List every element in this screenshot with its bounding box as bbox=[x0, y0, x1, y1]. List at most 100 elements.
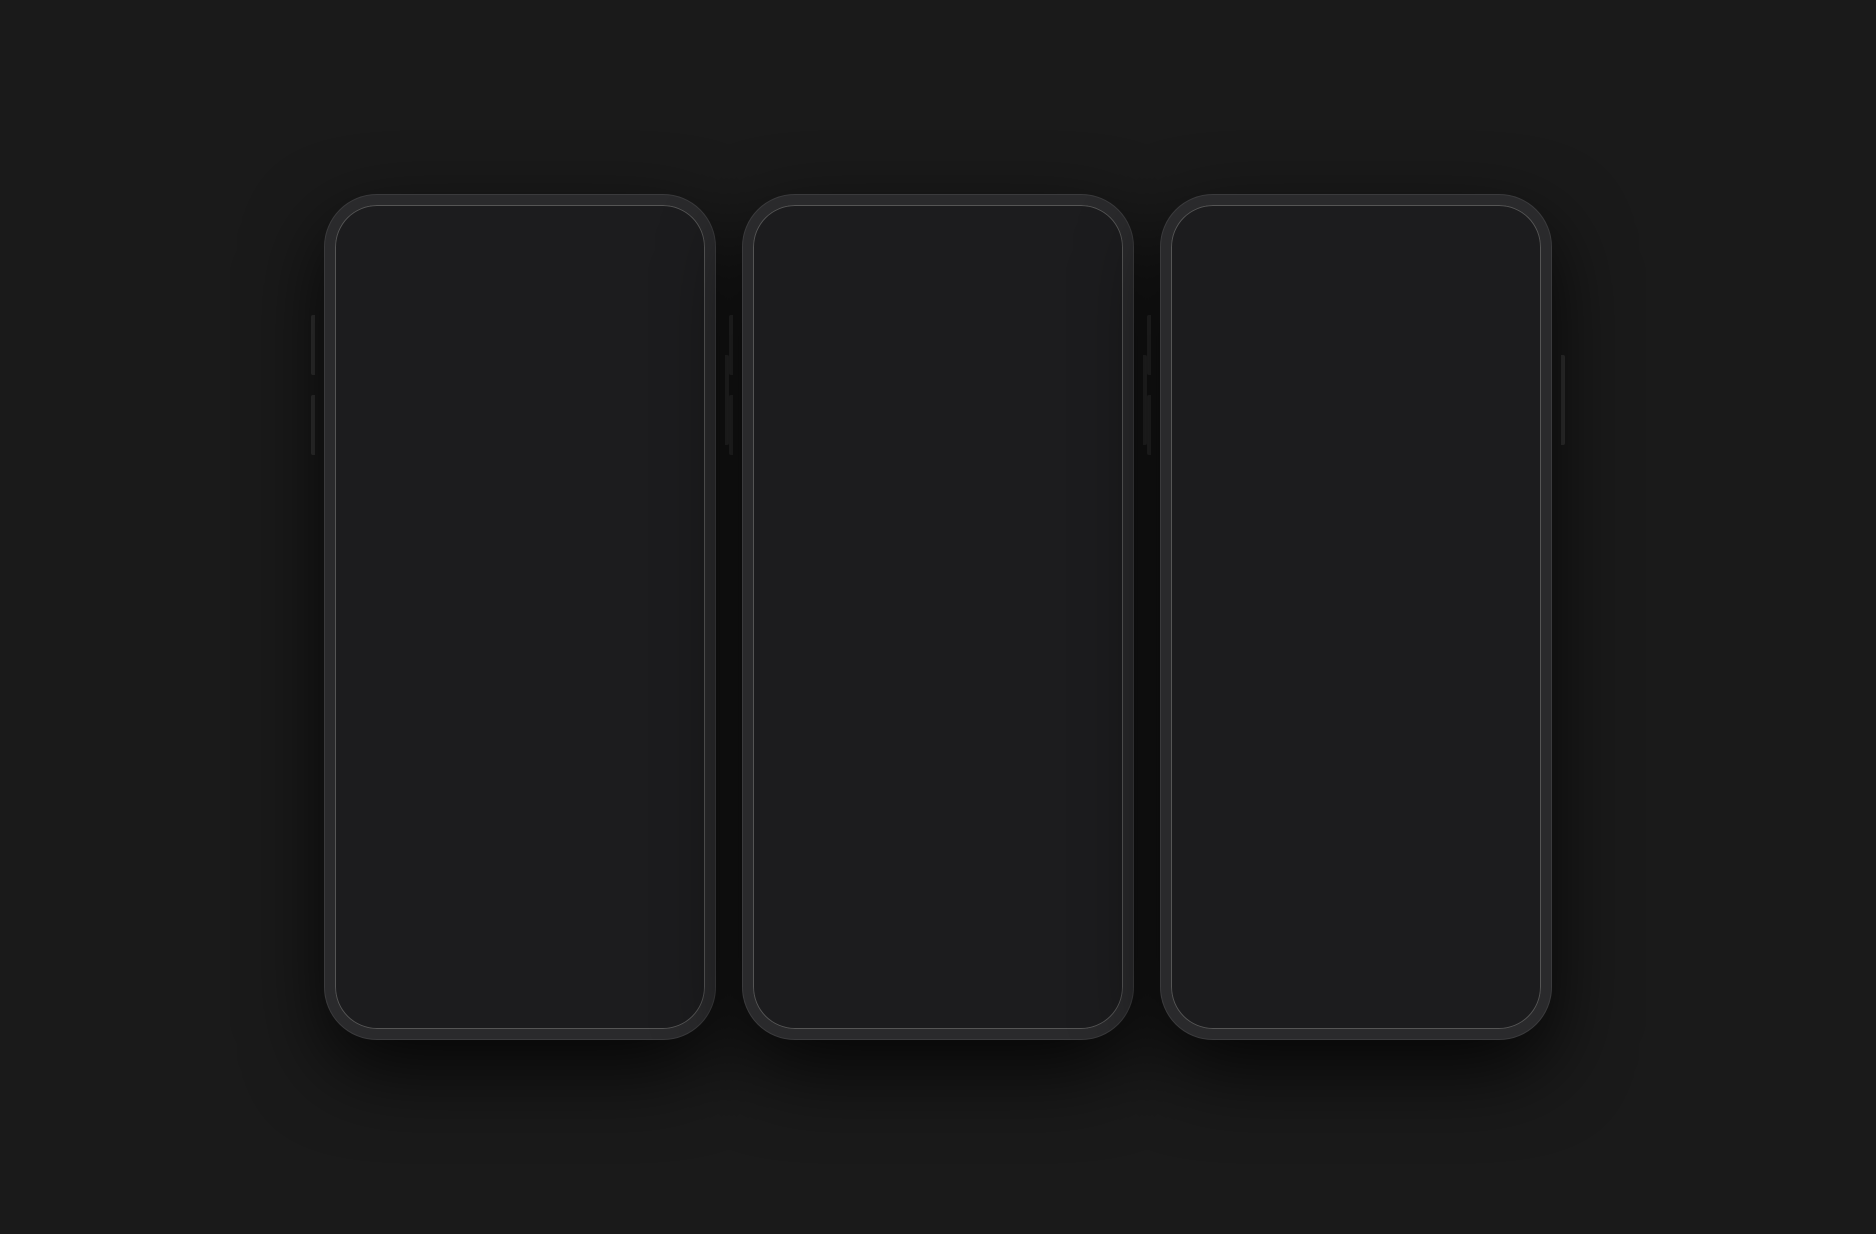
dock-3: 💬 ✉️ 🧭 📞 bbox=[1183, 937, 1529, 1017]
p3-app-row2: 📝 Notes Reminders 🕐 Clock Monday 22 bbox=[1171, 686, 1541, 763]
p2-clock[interactable]: 🕐 Clock bbox=[765, 775, 930, 852]
p3-notes[interactable]: 📝 Notes bbox=[1183, 686, 1258, 763]
dock: 💬 ✉️ 🧭 📞 bbox=[347, 937, 693, 1017]
dock3-mail[interactable]: ✉️ bbox=[1286, 946, 1348, 1008]
p3-home[interactable]: 🏠 Home bbox=[1455, 599, 1530, 676]
p2-slack[interactable]: Slack bbox=[765, 534, 840, 611]
dock-phone[interactable]: 📞 bbox=[607, 946, 669, 1008]
p3-photos-icon: 🌈 bbox=[1370, 599, 1432, 661]
app-grid-bottom: 🕐 Clock Monday 22 Calendar bbox=[335, 679, 705, 756]
cal-d-26: 26 bbox=[1473, 537, 1494, 551]
app-settings[interactable]: ⚙️ Settings bbox=[438, 501, 513, 578]
p2-reminders[interactable]: Reminders bbox=[1033, 674, 1112, 751]
settings-icon: ⚙️ bbox=[444, 501, 506, 563]
status-icons-2: ▲▲▲ ▲ ▊▊ bbox=[1022, 227, 1103, 243]
p3-calendar[interactable]: Monday 22 Calendar bbox=[1455, 686, 1530, 763]
weather-temp: 80° bbox=[378, 273, 451, 321]
dock2-phone[interactable]: 📞 bbox=[1025, 946, 1087, 1008]
batteries-widget[interactable]: 📱 ⚡ bbox=[1183, 259, 1344, 389]
cal-d-3: 3 bbox=[1429, 507, 1450, 516]
app-calendar[interactable]: Monday 22 Calendar bbox=[528, 679, 693, 756]
app-camera[interactable]: 📷 Camera bbox=[619, 412, 694, 489]
p3-slack[interactable]: Slack bbox=[1183, 599, 1258, 676]
p2-translate[interactable]: A文 Translate bbox=[946, 447, 1021, 524]
svg-text:A文: A文 bbox=[967, 467, 1000, 490]
p3-photos[interactable]: 🌈 Photos bbox=[1364, 599, 1439, 676]
page-dots-2 bbox=[753, 923, 1123, 929]
time-815: 8:15 bbox=[584, 359, 603, 370]
dock3-messages[interactable]: 💬 bbox=[1207, 946, 1269, 1008]
case-icon: 💼 bbox=[1292, 342, 1309, 359]
dock-safari[interactable]: 🧭 bbox=[528, 946, 590, 1008]
signal-icon: ▲▲▲ bbox=[614, 228, 653, 243]
p3-clock[interactable]: 🕐 Clock bbox=[1364, 686, 1439, 763]
time-800: 8:00 bbox=[511, 359, 530, 370]
signal-icon-2: ▲▲▲ bbox=[1022, 228, 1061, 243]
p2-camera[interactable]: 📷 Camera bbox=[856, 534, 931, 611]
app-slack[interactable]: Slack bbox=[528, 412, 603, 489]
slack-label: Slack bbox=[553, 478, 577, 489]
app-clock[interactable]: 🕐 Clock bbox=[347, 679, 512, 756]
p3-camera[interactable]: 📷 Camera bbox=[1274, 599, 1349, 676]
p3-slack-icon bbox=[1189, 599, 1251, 661]
app-music-widget[interactable]: The New Abnormal The Strokes ♪ Music bbox=[536, 590, 693, 667]
p3-maps[interactable]: 🗺️ Maps bbox=[1356, 259, 1437, 389]
battery-ring-earbuds: 🎧 bbox=[1204, 328, 1248, 372]
p2-calendar[interactable]: Monday 22 Calendar bbox=[946, 775, 1111, 852]
dock2-messages[interactable]: 💬 bbox=[789, 946, 851, 1008]
p3-top-row: 📱 ⚡ bbox=[1171, 259, 1541, 389]
p2-youtube[interactable]: YouTube bbox=[856, 447, 931, 524]
p2-settings[interactable]: ⚙️ Settings bbox=[1037, 447, 1112, 524]
app-grid-row1: 🗺️ Maps YouTube bbox=[335, 412, 705, 489]
cal-event-name: WWDC bbox=[1195, 484, 1350, 499]
cal-d-20: 20 bbox=[1496, 527, 1517, 536]
weather-widget[interactable]: ➤ 80° ☁️ Expect rain in the next hour In… bbox=[347, 259, 693, 384]
app-youtube[interactable]: YouTube bbox=[438, 412, 513, 489]
home-label: Home bbox=[467, 656, 494, 667]
p2-notes[interactable]: 📝 Notes bbox=[938, 674, 1017, 751]
dock3-safari[interactable]: 🧭 bbox=[1364, 946, 1426, 1008]
cal-d-4: 4 bbox=[1451, 507, 1472, 516]
p2-photos[interactable]: 🌈 Photos bbox=[946, 534, 1021, 611]
album-art-large bbox=[777, 271, 829, 323]
cal-h-f: F bbox=[1473, 499, 1494, 506]
p2-camera-label: Camera bbox=[875, 600, 911, 611]
phone-1: 7:23 ▲▲▲ ▲ ▊ ➤ 80° ☁️ Expect rain in the… bbox=[325, 195, 715, 1039]
p2-clock-icon: 🕐 bbox=[817, 775, 879, 837]
p2-home[interactable]: 🏠 Home bbox=[1037, 534, 1112, 611]
p3-reminders-icon bbox=[1280, 686, 1342, 748]
calendar-widget[interactable]: WWDC No more events today JUNE S M T W T… bbox=[1183, 472, 1529, 573]
p3-settings[interactable]: ⚙️ Settings bbox=[1449, 387, 1530, 464]
app-reminders[interactable]: Reminders bbox=[619, 501, 694, 578]
p2-maps[interactable]: 🗺️ Maps bbox=[765, 447, 840, 524]
app-home[interactable]: 🏠 Home bbox=[442, 590, 521, 667]
app-translate[interactable]: A文 Translate bbox=[347, 501, 422, 578]
cal-d-13: 13 bbox=[1496, 517, 1517, 526]
podcast-avatar bbox=[775, 631, 835, 691]
app-grid-row2: A文 Translate ⚙️ Settings 📝 Notes Reminde… bbox=[335, 501, 705, 578]
calendar-label: Calendar bbox=[590, 745, 631, 756]
app-notes[interactable]: 📝 Notes bbox=[528, 501, 603, 578]
cal-d-29: 29 bbox=[1384, 552, 1405, 561]
weather-widget-label: Weather bbox=[335, 388, 705, 402]
dock2-mail[interactable]: ✉️ bbox=[868, 946, 930, 1008]
camera-label: Camera bbox=[638, 478, 674, 489]
podcast-widget[interactable]: 1H 47M LEFT Ali Abdaal 🎙️ bbox=[765, 621, 922, 751]
cal-d-12: 12 bbox=[1473, 517, 1494, 526]
phone-3: 8:11 ▲▲▲ ▲ █ bbox=[1161, 195, 1551, 1039]
notes-icon: 📝 bbox=[534, 501, 596, 563]
app-photos[interactable]: 🌈 Photos bbox=[347, 590, 426, 667]
dock-mail[interactable]: ✉️ bbox=[450, 946, 512, 1008]
music-widget-large[interactable]: The New Abnormal The Strokes ♪ bbox=[765, 259, 1111, 421]
dock2-safari[interactable]: 🧭 bbox=[946, 946, 1008, 1008]
p3-reminders[interactable]: Reminders bbox=[1274, 686, 1349, 763]
app-maps[interactable]: 🗺️ Maps bbox=[347, 412, 422, 489]
cal-d-18: 18 bbox=[1451, 527, 1472, 536]
dock3-phone[interactable]: 📞 bbox=[1443, 946, 1505, 1008]
p2-photos-icon: 🌈 bbox=[952, 534, 1014, 596]
status-time: 7:23 bbox=[355, 226, 385, 243]
p2-camera-icon: 📷 bbox=[862, 534, 924, 596]
p3-youtube[interactable]: YouTube bbox=[1449, 259, 1530, 389]
dock-messages[interactable]: 💬 bbox=[371, 946, 433, 1008]
p3-translate[interactable]: A文 Translate bbox=[1356, 387, 1437, 464]
